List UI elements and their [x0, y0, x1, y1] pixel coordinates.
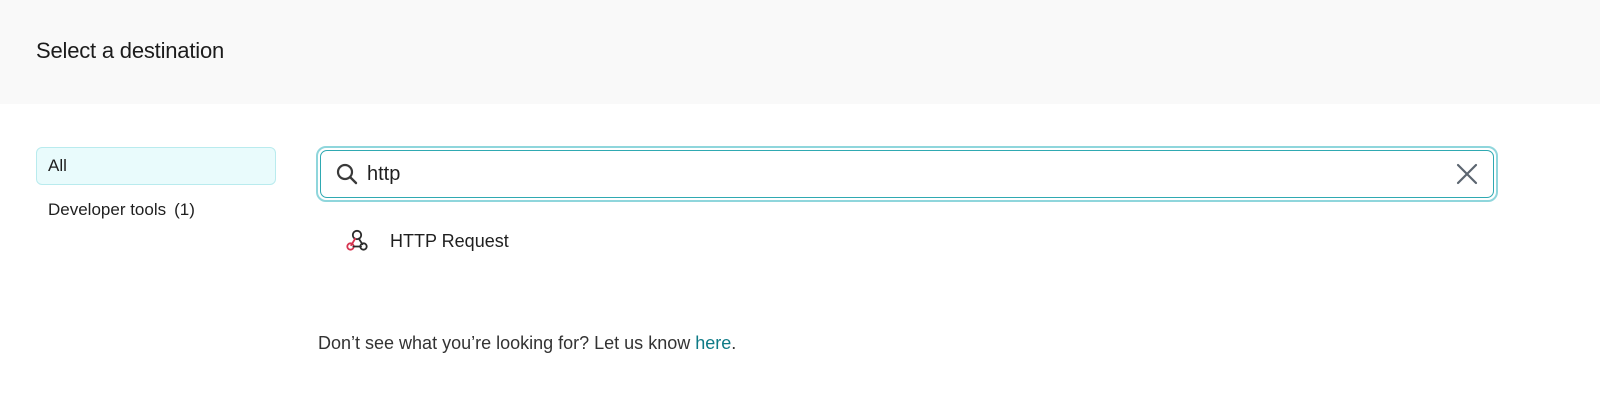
search-box: [316, 146, 1498, 202]
search-input[interactable]: [367, 162, 1453, 186]
result-label: HTTP Request: [390, 230, 509, 251]
category-sidebar: All Developer tools (1): [36, 147, 276, 229]
content-area: All Developer tools (1) http HTTP Reques…: [0, 104, 1600, 401]
category-label: Developer tools: [48, 200, 167, 219]
category-developer-tools[interactable]: Developer tools (1): [36, 191, 276, 229]
search-icon: [336, 163, 358, 185]
feedback-suffix: .: [731, 333, 737, 353]
feedback-text: Don’t see what you’re looking for? Let u…: [318, 333, 696, 353]
category-all[interactable]: All: [36, 147, 276, 185]
page-header: Select a destination: [0, 0, 1600, 104]
feedback-link[interactable]: here: [695, 333, 731, 353]
clear-search-button[interactable]: [1453, 160, 1481, 188]
feedback-note: Don’t see what you’re looking for? Let u…: [318, 333, 736, 354]
category-label: All: [48, 156, 67, 175]
category-count: (1): [174, 200, 195, 219]
search-field: [320, 150, 1494, 198]
page-title: Select a destination: [36, 38, 225, 63]
close-icon: [1456, 163, 1478, 185]
webhook-icon: [346, 229, 368, 251]
result-item-http-request[interactable]: HTTP Request: [344, 226, 1498, 256]
main-panel: HTTP Request: [316, 146, 1498, 256]
